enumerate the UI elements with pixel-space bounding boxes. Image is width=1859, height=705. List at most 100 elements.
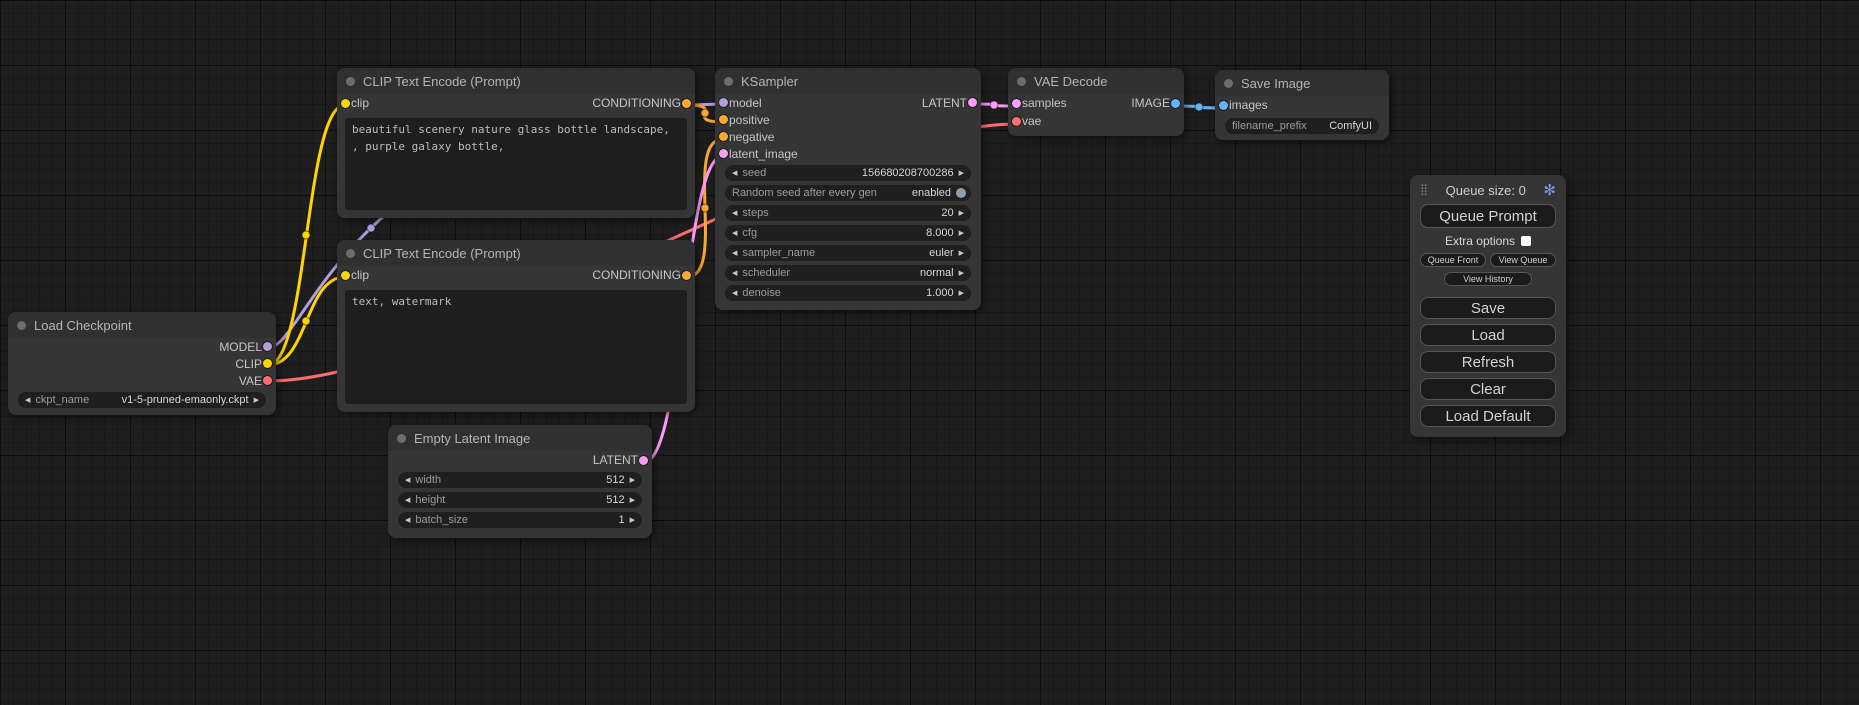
arrow-left-icon[interactable]: ◀ xyxy=(405,477,410,484)
queue-front-button[interactable]: Queue Front xyxy=(1420,253,1486,267)
arrow-right-icon[interactable]: ▶ xyxy=(959,230,964,237)
node-header[interactable]: KSampler xyxy=(715,68,981,94)
node-header[interactable]: CLIP Text Encode (Prompt) xyxy=(337,240,695,266)
node-header[interactable]: Empty Latent Image xyxy=(388,425,652,451)
output-dot-image[interactable] xyxy=(1171,99,1180,108)
settings-gear-icon[interactable]: ✻ xyxy=(1543,183,1556,198)
arrow-left-icon[interactable]: ◀ xyxy=(405,517,410,524)
output-dot-model[interactable] xyxy=(263,342,272,351)
widget-seed[interactable]: ◀ seed 156680208700286 ▶ xyxy=(725,165,971,181)
input-dot-model[interactable] xyxy=(719,98,728,107)
collapse-dot-icon[interactable] xyxy=(1224,79,1233,88)
input-dot-negative[interactable] xyxy=(719,132,728,141)
widget-name: seed xyxy=(742,167,766,179)
node-title: VAE Decode xyxy=(1034,74,1107,89)
load-default-button[interactable]: Load Default xyxy=(1420,405,1556,427)
arrow-right-icon[interactable]: ▶ xyxy=(959,210,964,217)
arrow-left-icon[interactable]: ◀ xyxy=(732,250,737,257)
input-slot-images: images xyxy=(1215,96,1389,114)
extra-options-checkbox[interactable] xyxy=(1521,236,1531,246)
widget-filename-prefix[interactable]: filename_prefix ComfyUI xyxy=(1225,118,1379,134)
collapse-dot-icon[interactable] xyxy=(346,249,355,258)
input-dot-clip[interactable] xyxy=(341,271,350,280)
slot-label: latent_image xyxy=(729,147,798,161)
collapse-dot-icon[interactable] xyxy=(17,321,26,330)
prompt-textarea[interactable]: beautiful scenery nature glass bottle la… xyxy=(345,118,687,210)
node-header[interactable]: Save Image xyxy=(1215,70,1389,96)
save-button[interactable]: Save xyxy=(1420,297,1556,319)
collapse-dot-icon[interactable] xyxy=(1017,77,1026,86)
arrow-left-icon[interactable]: ◀ xyxy=(732,230,737,237)
arrow-right-icon[interactable]: ▶ xyxy=(959,170,964,177)
arrow-left-icon[interactable]: ◀ xyxy=(405,497,410,504)
widget-ckpt-name[interactable]: ◀ ckpt_name v1-5-pruned-emaonly.ckpt ▶ xyxy=(18,392,266,408)
extra-options-row: Extra options xyxy=(1420,233,1556,248)
widget-height[interactable]: ◀ height 512 ▶ xyxy=(398,492,642,508)
input-dot-positive[interactable] xyxy=(719,115,728,124)
node-empty-latent-image[interactable]: Empty Latent Image LATENT ◀ width 512 ▶ … xyxy=(388,425,652,538)
view-queue-button[interactable]: View Queue xyxy=(1490,253,1556,267)
input-dot-latent-image[interactable] xyxy=(719,149,728,158)
input-dot-vae[interactable] xyxy=(1012,117,1021,126)
arrow-right-icon[interactable]: ▶ xyxy=(959,270,964,277)
collapse-dot-icon[interactable] xyxy=(724,77,733,86)
widget-sampler-name[interactable]: ◀ sampler_name euler ▶ xyxy=(725,245,971,261)
output-dot-clip[interactable] xyxy=(263,359,272,368)
node-load-checkpoint[interactable]: Load Checkpoint MODEL CLIP VAE ◀ ckpt_na… xyxy=(8,312,276,415)
slot-label: images xyxy=(1229,98,1268,112)
widget-name: Random seed after every gen xyxy=(732,187,877,199)
refresh-button[interactable]: Refresh xyxy=(1420,351,1556,373)
arrow-left-icon[interactable]: ◀ xyxy=(732,210,737,217)
node-clip-text-encode-negative[interactable]: CLIP Text Encode (Prompt) clip CONDITION… xyxy=(337,240,695,412)
widget-name: height xyxy=(415,494,445,506)
output-dot-vae[interactable] xyxy=(263,376,272,385)
widget-scheduler[interactable]: ◀ scheduler normal ▶ xyxy=(725,265,971,281)
widget-value: 8.000 xyxy=(926,227,954,239)
arrow-left-icon[interactable]: ◀ xyxy=(732,290,737,297)
node-vae-decode[interactable]: VAE Decode samples IMAGE vae xyxy=(1008,68,1184,136)
arrow-right-icon[interactable]: ▶ xyxy=(630,497,635,504)
output-dot-latent[interactable] xyxy=(968,98,977,107)
clear-button[interactable]: Clear xyxy=(1420,378,1556,400)
arrow-right-icon[interactable]: ▶ xyxy=(959,290,964,297)
widget-width[interactable]: ◀ width 512 ▶ xyxy=(398,472,642,488)
load-button[interactable]: Load xyxy=(1420,324,1556,346)
widget-name: sampler_name xyxy=(742,247,815,259)
input-dot-images[interactable] xyxy=(1219,101,1228,110)
node-header[interactable]: CLIP Text Encode (Prompt) xyxy=(337,68,695,94)
node-save-image[interactable]: Save Image images filename_prefix ComfyU… xyxy=(1215,70,1389,140)
input-dot-samples[interactable] xyxy=(1012,99,1021,108)
widget-batch-size[interactable]: ◀ batch_size 1 ▶ xyxy=(398,512,642,528)
node-clip-text-encode-positive[interactable]: CLIP Text Encode (Prompt) clip CONDITION… xyxy=(337,68,695,218)
widget-denoise[interactable]: ◀ denoise 1.000 ▶ xyxy=(725,285,971,301)
prompt-textarea[interactable]: text, watermark xyxy=(345,290,687,404)
view-history-button[interactable]: View History xyxy=(1444,272,1532,286)
output-slot-model: MODEL xyxy=(8,338,276,355)
arrow-right-icon[interactable]: ▶ xyxy=(630,477,635,484)
toggle-indicator-icon[interactable] xyxy=(956,188,966,198)
arrow-right-icon[interactable]: ▶ xyxy=(630,517,635,524)
arrow-left-icon[interactable]: ◀ xyxy=(732,170,737,177)
output-dot-latent[interactable] xyxy=(639,456,648,465)
input-dot-clip[interactable] xyxy=(341,99,350,108)
collapse-dot-icon[interactable] xyxy=(346,77,355,86)
node-header[interactable]: VAE Decode xyxy=(1008,68,1184,94)
node-header[interactable]: Load Checkpoint xyxy=(8,312,276,338)
widget-steps[interactable]: ◀ steps 20 ▶ xyxy=(725,205,971,221)
drag-handle-icon[interactable]: ⣿ xyxy=(1420,185,1428,196)
widget-value: enabled xyxy=(912,187,951,199)
widget-random-seed-toggle[interactable]: Random seed after every gen enabled xyxy=(725,185,971,201)
widget-value: 1 xyxy=(618,514,624,526)
node-ksampler[interactable]: KSampler model LATENT positive negative … xyxy=(715,68,981,310)
queue-prompt-button[interactable]: Queue Prompt xyxy=(1420,204,1556,228)
arrow-left-icon[interactable]: ◀ xyxy=(732,270,737,277)
collapse-dot-icon[interactable] xyxy=(397,434,406,443)
output-dot-conditioning[interactable] xyxy=(682,271,691,280)
node-graph-canvas[interactable]: Load Checkpoint MODEL CLIP VAE ◀ ckpt_na… xyxy=(0,0,1859,705)
arrow-right-icon[interactable]: ▶ xyxy=(254,397,259,404)
output-dot-conditioning[interactable] xyxy=(682,99,691,108)
arrow-right-icon[interactable]: ▶ xyxy=(959,250,964,257)
arrow-left-icon[interactable]: ◀ xyxy=(25,397,30,404)
widget-cfg[interactable]: ◀ cfg 8.000 ▶ xyxy=(725,225,971,241)
slot-label: model xyxy=(729,96,762,110)
